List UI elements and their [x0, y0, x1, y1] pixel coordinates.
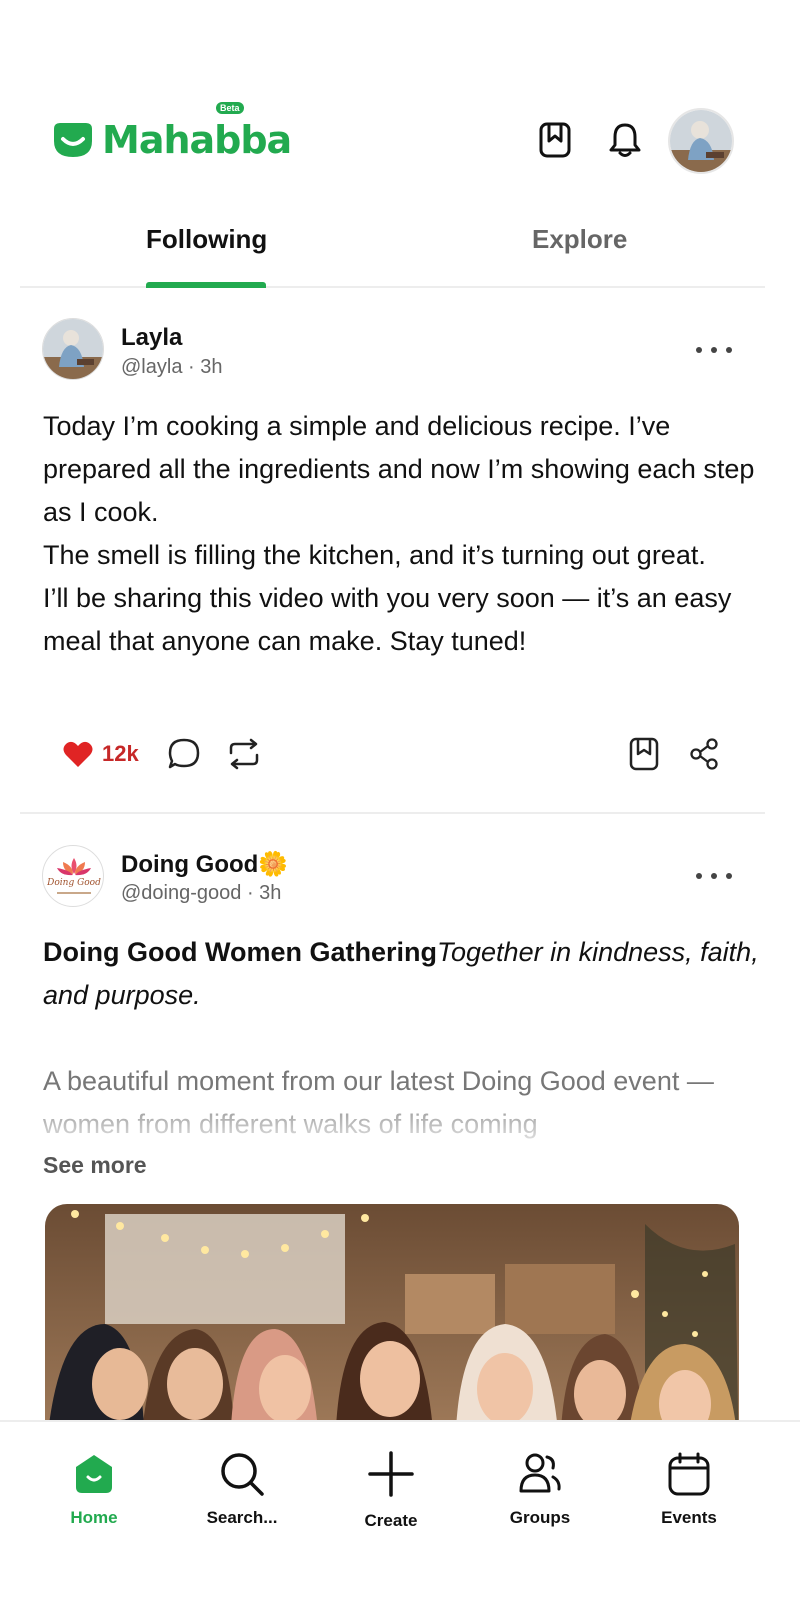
post-text: Today I’m cooking a simple and delicious… — [43, 405, 763, 663]
post-paragraph: The smell is filling the kitchen, and it… — [43, 540, 706, 570]
post-handle[interactable]: @layla — [121, 356, 182, 378]
like-button[interactable]: 12k — [62, 734, 139, 774]
comment-button[interactable] — [167, 734, 201, 774]
app-header: Mahabba Beta — [0, 100, 800, 190]
bell-icon[interactable] — [605, 120, 645, 160]
post-author-name[interactable]: Doing Good🌼 — [121, 850, 288, 879]
nav-label: Create — [364, 1511, 418, 1530]
profile-avatar[interactable] — [668, 108, 734, 174]
calendar-icon — [665, 1450, 713, 1498]
tab-following[interactable]: Following — [146, 224, 267, 255]
comment-icon — [168, 738, 200, 769]
post-text: Doing Good Women GatheringTogether in ki… — [43, 931, 763, 1146]
post-time: 3h — [259, 882, 282, 904]
nav-create[interactable]: Create — [331, 1450, 451, 1531]
post-meta: @layla · 3h — [121, 356, 223, 378]
brand-name: Mahabba — [102, 118, 292, 162]
nav-label: Groups — [509, 1508, 571, 1527]
more-options-icon[interactable] — [696, 866, 732, 886]
nav-label: Home — [70, 1508, 118, 1527]
post-paragraph: I’ll be sharing this video with you very… — [43, 583, 732, 656]
heart-icon — [63, 741, 93, 767]
see-more-link[interactable]: See more — [43, 1152, 147, 1179]
bookmark-icon[interactable] — [535, 120, 575, 160]
save-post-button[interactable] — [628, 734, 660, 774]
logo[interactable]: Mahabba — [50, 118, 292, 162]
nav-label: Search... — [206, 1508, 278, 1527]
post-paragraph: Today I’m cooking a simple and delicious… — [43, 411, 755, 527]
groups-icon — [516, 1450, 564, 1498]
share-icon — [690, 738, 718, 770]
logo-smile-icon — [54, 123, 92, 157]
post-actions: 12k — [62, 734, 742, 774]
nav-events[interactable]: Events — [629, 1450, 749, 1528]
nav-groups[interactable]: Groups — [480, 1450, 600, 1528]
nav-home[interactable]: Home — [34, 1450, 154, 1528]
share-button[interactable] — [688, 734, 720, 774]
post-time: 3h — [200, 356, 223, 378]
post-author-name[interactable]: Layla — [121, 324, 182, 352]
post-author-avatar[interactable]: Doing Good — [42, 845, 104, 907]
search-icon — [218, 1450, 266, 1498]
post-title: Doing Good Women Gathering — [43, 937, 437, 967]
plus-icon — [367, 1450, 415, 1498]
beta-badge: Beta — [216, 102, 244, 114]
nav-search[interactable]: Search... — [182, 1450, 302, 1528]
repost-button[interactable] — [225, 734, 263, 774]
post-divider — [20, 812, 765, 814]
like-count: 12k — [102, 741, 139, 766]
bookmark-icon — [629, 737, 659, 771]
bottom-navigation: Home Search... Create Groups Events — [0, 1420, 800, 1600]
tab-explore[interactable]: Explore — [532, 224, 627, 255]
post-handle[interactable]: @doing-good — [121, 882, 241, 904]
active-tab-indicator — [146, 282, 266, 288]
repost-icon — [229, 738, 259, 770]
nav-label: Events — [661, 1508, 717, 1527]
home-icon — [70, 1450, 118, 1498]
more-options-icon[interactable] — [696, 340, 732, 360]
post-meta: @doing-good · 3h — [121, 882, 282, 904]
avatar-logo-text: Doing Good — [47, 878, 101, 888]
post-author-avatar[interactable] — [42, 318, 104, 380]
feed-tabs: Following Explore — [20, 210, 765, 288]
